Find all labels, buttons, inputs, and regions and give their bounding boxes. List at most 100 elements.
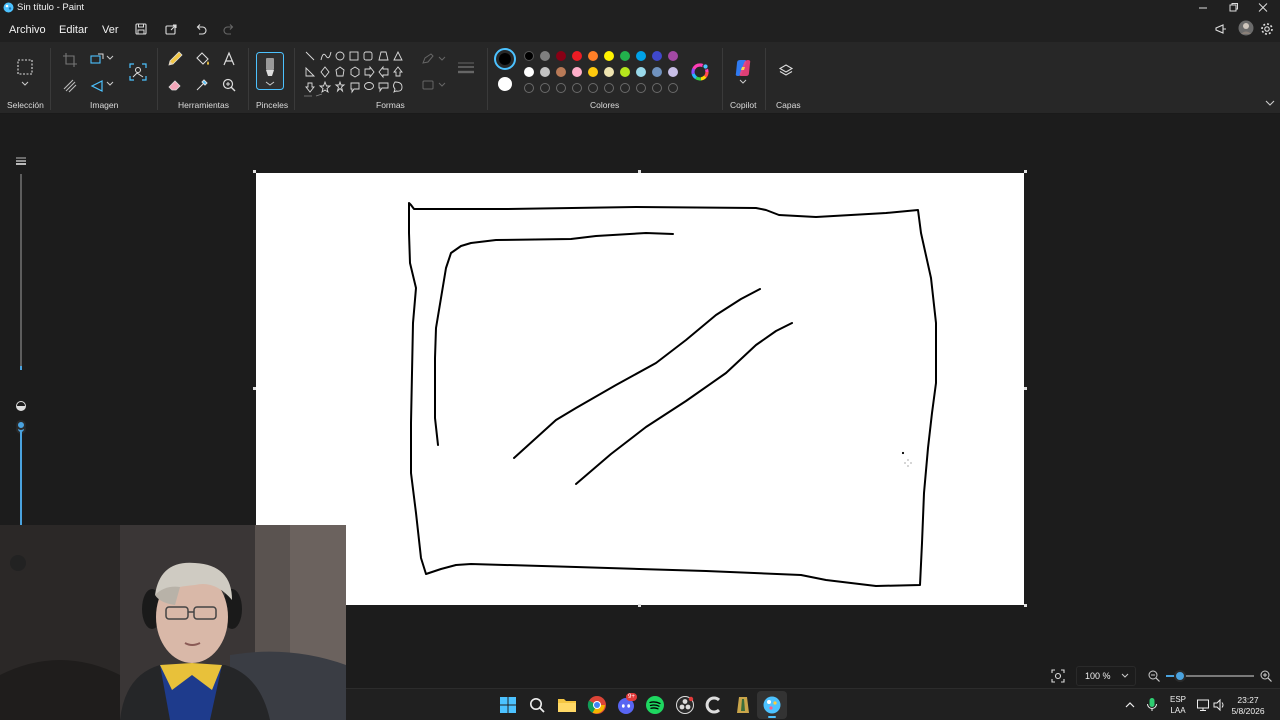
- edit-colors-icon[interactable]: [690, 62, 710, 82]
- palette-color-swatch[interactable]: [636, 51, 646, 61]
- input-language-top[interactable]: ESP: [1168, 695, 1188, 704]
- palette-color-swatch[interactable]: [524, 51, 534, 61]
- shape-fill-icon[interactable]: [420, 78, 448, 92]
- palette-color-swatch[interactable]: [556, 51, 566, 61]
- layers-icon[interactable]: [777, 62, 795, 80]
- custom-color-slot[interactable]: [572, 83, 582, 93]
- zoom-out-icon[interactable]: [1147, 669, 1161, 683]
- palette-color-swatch[interactable]: [572, 51, 582, 61]
- settings-gear-icon[interactable]: [1260, 22, 1274, 36]
- primary-color-swatch[interactable]: [494, 48, 516, 70]
- spotify-icon[interactable]: [645, 695, 665, 715]
- custom-color-slot[interactable]: [636, 83, 646, 93]
- resize-handle-top-left[interactable]: [253, 170, 256, 173]
- announcement-icon[interactable]: [1214, 22, 1228, 36]
- palette-color-swatch[interactable]: [540, 67, 550, 77]
- palette-color-swatch[interactable]: [668, 51, 678, 61]
- brush-selector-button[interactable]: [256, 52, 284, 90]
- undo-icon[interactable]: [194, 22, 208, 36]
- palette-color-swatch[interactable]: [668, 67, 678, 77]
- custom-color-slot[interactable]: [556, 83, 566, 93]
- pencil-icon[interactable]: [166, 50, 184, 68]
- app-icon[interactable]: [733, 695, 753, 715]
- volume-icon[interactable]: [1212, 698, 1226, 712]
- custom-color-slot[interactable]: [620, 83, 630, 93]
- zoom-slider-thumb[interactable]: [1174, 670, 1186, 682]
- rotate-flip-icon[interactable]: [88, 77, 106, 95]
- selection-chevron-down-icon[interactable]: [20, 80, 30, 88]
- menu-view[interactable]: Ver: [102, 24, 119, 36]
- zoom-select[interactable]: 100 %: [1076, 666, 1136, 686]
- resize-handle-right[interactable]: [1024, 387, 1027, 390]
- custom-color-slot[interactable]: [524, 83, 534, 93]
- shape-outline-icon[interactable]: [420, 52, 448, 66]
- palette-color-swatch[interactable]: [540, 51, 550, 61]
- microphone-icon[interactable]: [1146, 697, 1158, 713]
- color-picker-icon[interactable]: [193, 76, 211, 94]
- obs-icon[interactable]: [675, 695, 695, 715]
- fill-bucket-icon[interactable]: [193, 50, 211, 68]
- copilot-chevron-down-icon[interactable]: [738, 78, 748, 86]
- resize-handle-bottom[interactable]: [638, 604, 641, 607]
- opacity-slider[interactable]: [16, 420, 26, 526]
- fit-to-window-icon[interactable]: [1050, 668, 1066, 684]
- resize-chevron-down-icon[interactable]: [105, 54, 115, 62]
- resize-icon[interactable]: [88, 51, 106, 69]
- resize-handle-left[interactable]: [253, 387, 256, 390]
- paint-taskbar-button[interactable]: [757, 691, 787, 719]
- ccleaner-icon[interactable]: [704, 695, 724, 715]
- custom-color-slot[interactable]: [652, 83, 662, 93]
- shapes-gallery[interactable]: [302, 49, 406, 97]
- custom-color-slot[interactable]: [604, 83, 614, 93]
- custom-color-slot[interactable]: [540, 83, 550, 93]
- palette-color-swatch[interactable]: [620, 51, 630, 61]
- palette-color-swatch[interactable]: [652, 51, 662, 61]
- save-icon[interactable]: [134, 22, 148, 36]
- redo-icon[interactable]: [222, 22, 236, 36]
- rotate-chevron-down-icon[interactable]: [105, 80, 115, 88]
- palette-color-swatch[interactable]: [524, 67, 534, 77]
- resize-handle-top-right[interactable]: [1024, 170, 1027, 173]
- palette-color-swatch[interactable]: [572, 67, 582, 77]
- secondary-color-swatch[interactable]: [498, 77, 512, 91]
- collapse-ribbon-chevron-icon[interactable]: [1264, 98, 1276, 108]
- palette-color-swatch[interactable]: [588, 67, 598, 77]
- restore-button[interactable]: [1218, 0, 1248, 16]
- copilot-icon[interactable]: [733, 58, 753, 78]
- resize-handle-top[interactable]: [638, 170, 641, 173]
- resize-handle-bottom-right[interactable]: [1024, 604, 1027, 607]
- zoom-in-icon[interactable]: [1259, 669, 1273, 683]
- eraser-icon[interactable]: [166, 76, 184, 94]
- menu-edit[interactable]: Editar: [59, 24, 88, 36]
- shape-size-icon[interactable]: [456, 60, 476, 76]
- palette-color-swatch[interactable]: [652, 67, 662, 77]
- discord-icon[interactable]: 9+: [616, 693, 637, 715]
- clock-date[interactable]: 5/8/2026: [1230, 706, 1266, 716]
- image-effects-icon[interactable]: [61, 77, 79, 95]
- custom-color-slot[interactable]: [588, 83, 598, 93]
- magnifier-icon[interactable]: [220, 76, 238, 94]
- account-avatar[interactable]: [1238, 20, 1254, 36]
- select-rectangle-icon[interactable]: [16, 58, 34, 76]
- palette-color-swatch[interactable]: [588, 51, 598, 61]
- share-icon[interactable]: [164, 22, 178, 36]
- palette-color-swatch[interactable]: [620, 67, 630, 77]
- menu-file[interactable]: Archivo: [9, 24, 46, 36]
- clock-time[interactable]: 23:27: [1230, 695, 1266, 705]
- chrome-icon[interactable]: [587, 695, 607, 715]
- minimize-button[interactable]: [1188, 0, 1218, 16]
- file-explorer-icon[interactable]: [557, 696, 577, 714]
- zoom-slider[interactable]: [1166, 670, 1254, 682]
- brush-size-slider[interactable]: [16, 174, 26, 434]
- palette-color-swatch[interactable]: [604, 67, 614, 77]
- crop-icon[interactable]: [61, 51, 79, 69]
- search-icon[interactable]: [528, 696, 546, 714]
- drawing-canvas[interactable]: [256, 173, 1024, 605]
- opacity-slider-thumb[interactable]: [16, 420, 26, 430]
- text-tool-icon[interactable]: [220, 50, 238, 68]
- close-button[interactable]: [1248, 0, 1278, 16]
- windows-start-icon[interactable]: [499, 696, 517, 714]
- network-icon[interactable]: [1196, 698, 1210, 712]
- palette-color-swatch[interactable]: [556, 67, 566, 77]
- custom-color-slot[interactable]: [668, 83, 678, 93]
